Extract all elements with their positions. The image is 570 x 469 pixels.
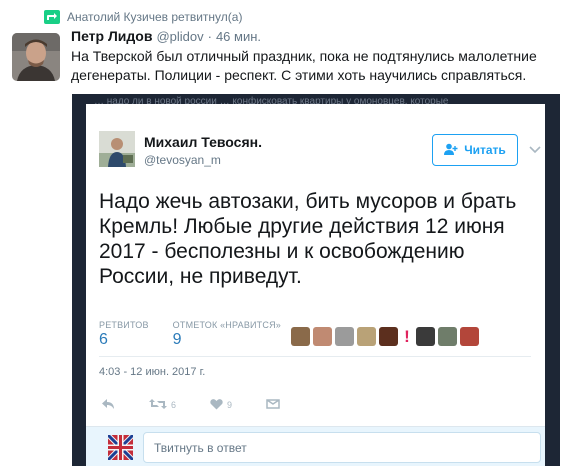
tweet-stats: РЕТВИТОВ 6 ОТМЕТОК «НРАВИТСЯ» 9 [99, 320, 281, 349]
liker-avatar[interactable] [416, 327, 435, 346]
separator: · [207, 29, 212, 44]
embedded-tweet-card: Михаил Тевосян. @tevosyan_m Читать Надо … [86, 104, 545, 466]
envelope-icon [266, 398, 280, 412]
liker-avatar[interactable] [438, 327, 457, 346]
liker-avatar[interactable] [335, 327, 354, 346]
tweet-timestamp: 4:03 - 12 июн. 2017 г. [99, 366, 206, 378]
retweeted-by-text[interactable]: Анатолий Кузичев ретвитнул(а) [67, 10, 242, 24]
reply-input[interactable]: Твитнуть в ответ [143, 432, 541, 463]
embedded-tweet-text: Надо жечь автозаки, бить мусоров и брать… [99, 190, 517, 288]
follow-button[interactable]: Читать [432, 134, 518, 166]
embedded-author-handle: @tevosyan_m [144, 153, 221, 167]
tweet-actions: 6 9 [101, 395, 314, 415]
follow-label: Читать [464, 143, 506, 157]
exclamation-icon: ! [404, 327, 410, 346]
liker-avatar[interactable] [460, 327, 479, 346]
likes-label: ОТМЕТОК «НРАВИТСЯ» [172, 320, 281, 330]
retweet-context: Анатолий Кузичев ретвитнул(а) [44, 8, 242, 26]
author-name[interactable]: Петр Лидов [71, 28, 152, 44]
retweets-label: РЕТВИТОВ [99, 320, 149, 330]
reply-action[interactable] [101, 398, 115, 412]
reply-area: Твитнуть в ответ [86, 426, 545, 466]
liker-avatar[interactable] [357, 327, 376, 346]
tweet-text: На Тверской был отличный праздник, пока … [71, 48, 537, 83]
tweet-header: Петр Лидов @plidov · 46 мин. [71, 28, 261, 44]
message-action[interactable] [266, 398, 280, 412]
embedded-image[interactable]: … надо ли в новой россии … конфисковать … [72, 94, 560, 466]
divider [99, 356, 531, 357]
retweet-action-count: 6 [171, 400, 177, 410]
reply-avatar [108, 435, 133, 460]
likes-count: 9 [172, 331, 182, 348]
chevron-down-icon[interactable] [529, 142, 541, 154]
reply-icon [101, 398, 115, 412]
liker-avatar[interactable] [313, 327, 332, 346]
author-handle[interactable]: @plidov [156, 29, 203, 44]
reply-placeholder: Твитнуть в ответ [154, 440, 247, 455]
retweets-count: 6 [99, 331, 108, 348]
like-action-count: 9 [227, 400, 233, 410]
liker-avatar[interactable] [379, 327, 398, 346]
like-action[interactable]: 9 [210, 398, 232, 412]
retweet-icon [44, 10, 60, 24]
likers-avatars: ! [291, 327, 479, 346]
embedded-author-name: Михаил Тевосян. [144, 134, 262, 150]
embedded-author-avatar [99, 131, 135, 167]
retweet-action[interactable]: 6 [149, 398, 176, 412]
liker-avatar[interactable] [291, 327, 310, 346]
retweet-icon [149, 398, 167, 412]
author-avatar[interactable] [12, 33, 60, 81]
tweet-time[interactable]: 46 мин. [216, 29, 261, 44]
retweets-stat[interactable]: РЕТВИТОВ 6 [99, 320, 149, 349]
add-user-icon [444, 143, 458, 158]
likes-stat[interactable]: ОТМЕТОК «НРАВИТСЯ» 9 [173, 320, 281, 349]
heart-icon [210, 398, 223, 412]
